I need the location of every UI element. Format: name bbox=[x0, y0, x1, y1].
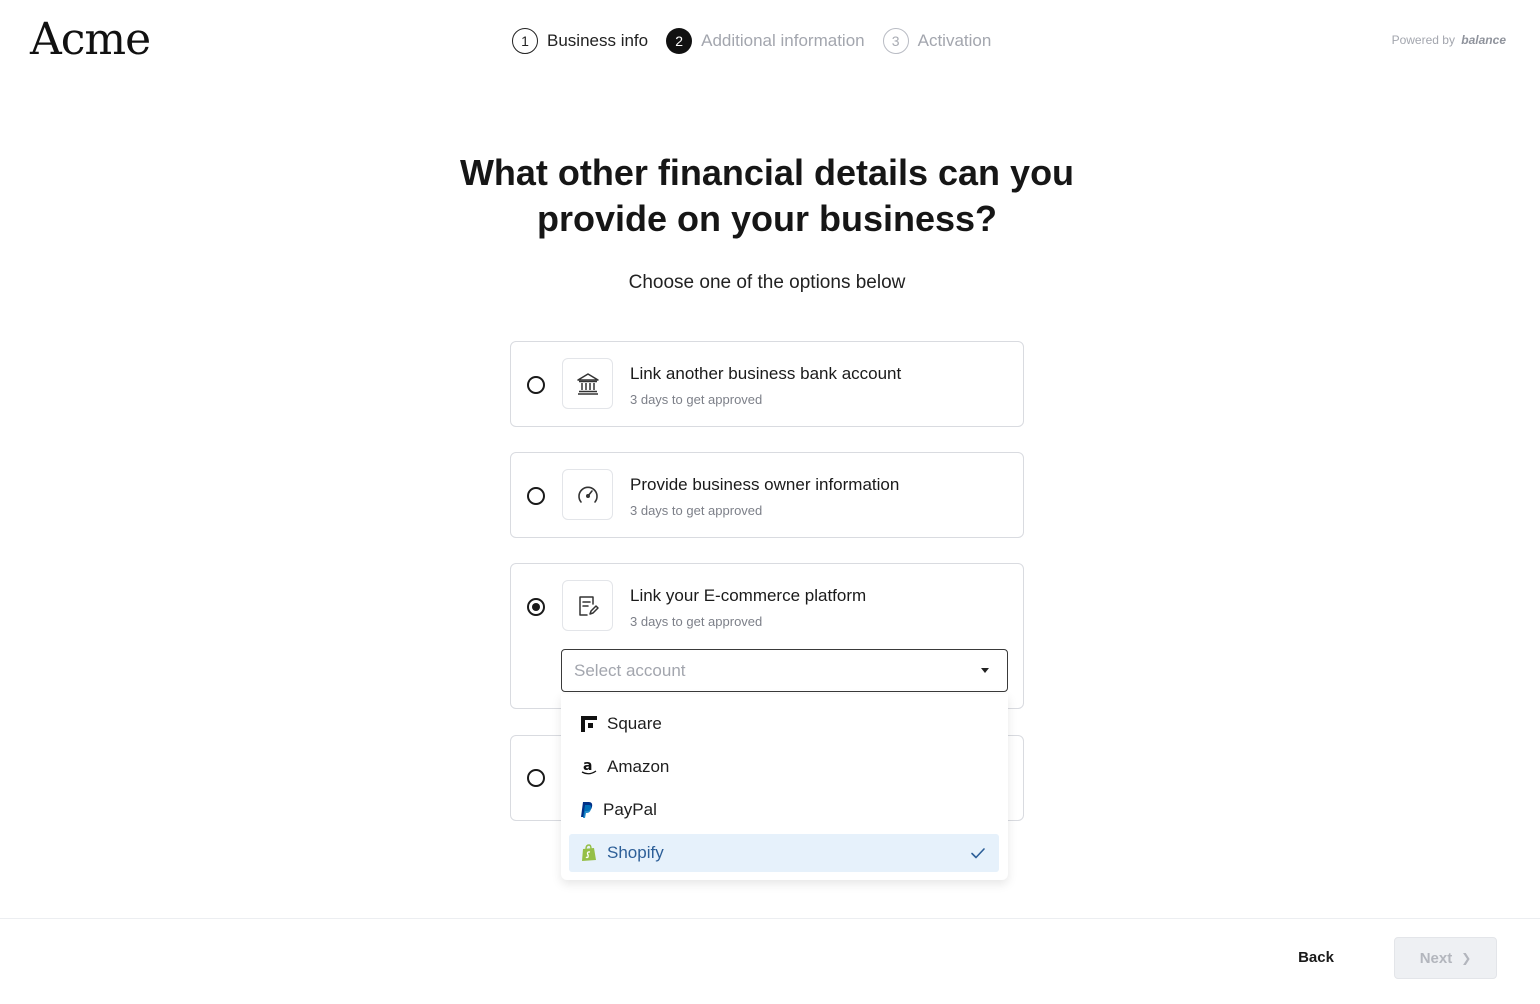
next-button-label: Next bbox=[1419, 949, 1453, 967]
option-bank-account[interactable]: Link another business bank account 3 day… bbox=[510, 341, 1024, 427]
option-subtitle: 3 days to get approved bbox=[630, 614, 763, 629]
acme-logo: Acme bbox=[30, 14, 151, 65]
square-logo-icon bbox=[579, 714, 599, 734]
dropdown-item-label: PayPal bbox=[603, 800, 657, 819]
account-dropdown-menu: Square a Amazon PayPal Shopify bbox=[561, 694, 1008, 880]
step-label: Business info bbox=[547, 31, 649, 50]
caret-down-icon bbox=[981, 668, 989, 673]
balance-brand: balance bbox=[1461, 33, 1506, 47]
dropdown-item-paypal[interactable]: PayPal bbox=[569, 791, 999, 829]
step-activation: 3 Activation bbox=[882, 28, 992, 54]
bank-icon bbox=[562, 358, 613, 409]
account-select-placeholder: Select account bbox=[574, 661, 686, 680]
page-title-line-2: provide on your business? bbox=[536, 198, 998, 239]
step-label: Activation bbox=[917, 31, 992, 50]
dropdown-item-label: Square bbox=[607, 714, 662, 733]
progress-stepper: 1 Business info 2 Additional information… bbox=[512, 28, 1009, 54]
option-title: Provide business owner information bbox=[630, 475, 900, 494]
speedometer-icon bbox=[562, 469, 613, 520]
step-label: Additional information bbox=[701, 31, 865, 50]
page-title: What other financial details can you pro… bbox=[0, 150, 1534, 242]
document-edit-icon bbox=[562, 580, 613, 631]
powered-by-prefix: Powered by bbox=[1391, 33, 1455, 47]
option-title: Link your E-commerce platform bbox=[630, 586, 867, 605]
step-number-1: 1 bbox=[512, 28, 538, 54]
page-title-line-1: What other financial details can you bbox=[459, 152, 1075, 193]
dropdown-item-square[interactable]: Square bbox=[569, 705, 999, 743]
radio-owner-information[interactable] bbox=[527, 487, 545, 505]
next-button[interactable]: Next ❯ bbox=[1394, 937, 1497, 979]
step-additional-information: 2 Additional information bbox=[666, 28, 865, 54]
step-number-3: 3 bbox=[882, 28, 909, 54]
dropdown-item-shopify[interactable]: Shopify bbox=[569, 834, 999, 872]
shopify-logo-icon bbox=[579, 843, 599, 863]
checkmark-icon bbox=[969, 844, 987, 867]
account-select[interactable]: Select account bbox=[561, 649, 1008, 692]
powered-by: Powered by balance bbox=[1392, 33, 1506, 47]
option-subtitle: 3 days to get approved bbox=[630, 503, 763, 518]
chevron-right-icon: ❯ bbox=[1461, 951, 1472, 965]
page-subtitle: Choose one of the options below bbox=[628, 272, 906, 293]
dropdown-item-amazon[interactable]: a Amazon bbox=[569, 748, 999, 786]
option-title: Link another business bank account bbox=[630, 364, 902, 383]
radio-option-4[interactable] bbox=[527, 769, 545, 787]
back-button[interactable]: Back bbox=[1283, 937, 1349, 977]
dropdown-item-label: Shopify bbox=[607, 843, 664, 862]
step-number-2: 2 bbox=[666, 28, 693, 54]
footer-divider bbox=[0, 918, 1540, 919]
option-subtitle: 3 days to get approved bbox=[630, 392, 763, 407]
step-business-info[interactable]: 1 Business info bbox=[512, 28, 648, 54]
dropdown-item-label: Amazon bbox=[607, 757, 670, 776]
radio-bank-account[interactable] bbox=[527, 376, 545, 394]
option-owner-information[interactable]: Provide business owner information 3 day… bbox=[510, 452, 1024, 538]
radio-ecommerce-platform[interactable] bbox=[527, 598, 545, 616]
amazon-logo-icon: a bbox=[579, 757, 599, 777]
svg-text:a: a bbox=[583, 758, 592, 774]
paypal-logo-icon bbox=[579, 800, 595, 820]
